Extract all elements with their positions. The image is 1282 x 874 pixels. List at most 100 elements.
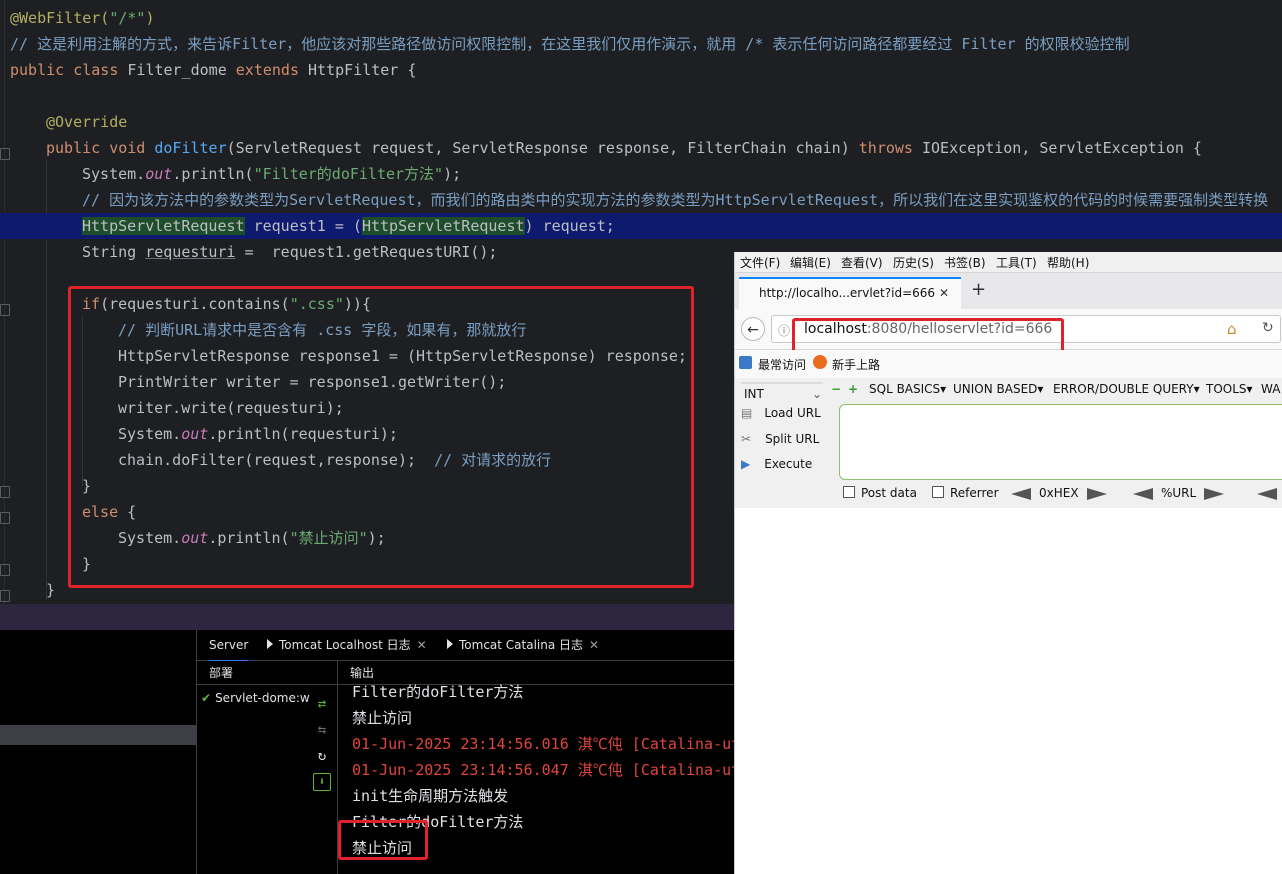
red-highlight-box	[338, 820, 428, 860]
tab-tomcat-catalina-log[interactable]: Tomcat Catalina 日志 ✕	[447, 630, 599, 660]
code-line-9-highlighted: HttpServletRequest request1 = (HttpServl…	[0, 213, 1282, 239]
browser-menubar: 文件(F) 编辑(E) 查看(V) 历史(S) 书签(B) 工具(T) 帮助(H…	[735, 252, 1282, 273]
refresh-icon[interactable]: ↻	[313, 747, 331, 765]
static-field: out	[145, 165, 173, 183]
fold-icon[interactable]	[0, 590, 10, 602]
code-text: HttpServletRequest	[82, 217, 245, 235]
menu-sql-basics[interactable]: SQL BASICS▾	[869, 382, 946, 396]
url-decode-arrow[interactable]	[1133, 487, 1153, 500]
hex-decode-arrow[interactable]	[1011, 487, 1031, 500]
firefox-icon	[813, 355, 827, 369]
deploy-item-label: Servlet-dome:w	[215, 691, 310, 705]
console-line: 01-Jun-2025 23:14:56.016 淇℃伅 [Catalina-u…	[352, 735, 734, 753]
services-tree[interactable]	[0, 630, 197, 874]
menu-tools[interactable]: TOOLS▾	[1206, 382, 1253, 396]
code-line-7: System.out.println("Filter的doFilter方法");	[82, 161, 461, 187]
close-icon[interactable]: ✕	[939, 286, 949, 300]
annotation: @WebFilter(	[10, 9, 110, 27]
reload-icon[interactable]: ↻	[1262, 320, 1274, 336]
code-line-2: // 这是利用注解的方式，来告诉Filter，他应该对那些路径做访问权限控制，在…	[10, 31, 1130, 57]
tab-title: http://localho...ervlet?id=666	[759, 286, 936, 300]
tab-label: Tomcat Catalina 日志	[459, 638, 584, 652]
hackbar: INT ⌄ − + SQL BASICS▾ UNION BASED▾ ERROR/…	[735, 378, 1282, 508]
new-tab-icon[interactable]: +	[971, 279, 986, 300]
hackbar-url-textarea[interactable]	[839, 404, 1282, 480]
play-icon	[267, 639, 273, 649]
code-text: IOException, ServletException {	[922, 139, 1202, 157]
menu-tools[interactable]: 工具(T)	[996, 254, 1037, 271]
fold-icon[interactable]	[0, 304, 10, 316]
code-line-5: @Override	[46, 109, 127, 135]
split-url-label: Split URL	[765, 432, 820, 446]
referrer-label: Referrer	[950, 486, 999, 500]
bookmark-getting-started[interactable]: 新手上路	[832, 356, 880, 373]
class-name: Filter_dome	[127, 61, 236, 79]
execute-label: Execute	[764, 457, 813, 471]
run-tabs: Server Tomcat Localhost 日志 ✕ Tomcat Catal…	[197, 630, 734, 662]
services-panel: Server Tomcat Localhost 日志 ✕ Tomcat Catal…	[0, 604, 734, 874]
browser-tab[interactable]: http://localho...ervlet?id=666 ✕	[739, 277, 961, 309]
code-text: String	[82, 243, 146, 261]
code-text: }	[46, 581, 56, 599]
url-encode-arrow[interactable]	[1204, 487, 1225, 500]
panel-header-strip	[0, 604, 734, 630]
menu-bookmarks[interactable]: 书签(B)	[944, 254, 986, 271]
keyword: throws	[858, 139, 922, 157]
menu-help[interactable]: 帮助(H)	[1047, 254, 1089, 271]
close-icon[interactable]: ✕	[417, 638, 427, 652]
load-url-label: Load URL	[764, 406, 821, 420]
menu-error-double-query[interactable]: ERROR/DOUBLE QUERY▾	[1053, 382, 1200, 396]
menu-history[interactable]: 历史(S)	[893, 254, 934, 271]
code-line-6: public void doFilter(ServletRequest requ…	[46, 135, 1202, 161]
post-data-checkbox[interactable]: Post data	[843, 486, 917, 500]
post-data-label: Post data	[861, 486, 917, 500]
selected-row[interactable]	[0, 725, 196, 745]
back-icon[interactable]: ←	[741, 317, 765, 341]
tab-tomcat-localhost-log[interactable]: Tomcat Localhost 日志 ✕	[267, 630, 427, 660]
execute-button[interactable]: ▶ Execute	[741, 457, 812, 471]
menu-waf[interactable]: WA	[1261, 382, 1280, 396]
injection-type-select[interactable]: INT ⌄	[741, 382, 823, 401]
close-icon[interactable]: ✕	[589, 638, 599, 652]
info-icon[interactable]: ⓘ	[778, 322, 790, 339]
comment: // 这是利用注解的方式，来告诉Filter，他应该对那些路径做访问权限控制，在…	[10, 35, 1130, 53]
menu-file[interactable]: 文件(F)	[740, 254, 780, 271]
undeploy-icon[interactable]: ⇆	[313, 721, 331, 739]
console-line: 01-Jun-2025 23:14:56.047 淇℃伅 [Catalina-u…	[352, 761, 734, 779]
console-line: Filter的doFilter方法	[352, 683, 524, 701]
redeploy-icon[interactable]: ⇄	[313, 695, 331, 713]
menu-edit[interactable]: 编辑(E)	[790, 254, 831, 271]
code-text: HttpFilter {	[308, 61, 417, 79]
hex-encode-arrow[interactable]	[1086, 487, 1107, 500]
deploy-artifact-icon[interactable]: ⬇	[313, 773, 331, 791]
tab-server[interactable]: Server	[209, 630, 249, 662]
fold-icon[interactable]	[0, 512, 10, 524]
split-url-button[interactable]: ✂ Split URL	[741, 432, 819, 446]
bookmark-folder-icon	[739, 356, 752, 369]
referrer-checkbox[interactable]: Referrer	[932, 486, 999, 500]
load-url-button[interactable]: ▤ Load URL	[741, 406, 821, 420]
load-url-icon: ▤	[741, 406, 753, 420]
code-line-1: @WebFilter("/*")	[10, 5, 155, 31]
decode-arrow[interactable]	[1257, 487, 1277, 500]
fold-icon[interactable]	[0, 486, 10, 498]
fold-icon[interactable]	[0, 148, 10, 160]
select-value: INT	[744, 387, 764, 401]
browser-window: 文件(F) 编辑(E) 查看(V) 历史(S) 书签(B) 工具(T) 帮助(H…	[734, 252, 1282, 508]
plus-icon[interactable]: +	[848, 382, 858, 396]
menu-union-based[interactable]: UNION BASED▾	[953, 382, 1043, 396]
keyword: extends	[235, 61, 309, 79]
deploy-item[interactable]: ✔ Servlet-dome:w	[201, 691, 310, 705]
annotation: @Override	[46, 113, 128, 131]
console-line: init生命周期方法触发	[352, 787, 509, 805]
code-text: System.	[82, 165, 146, 183]
red-highlight-box	[68, 286, 694, 588]
chevron-down-icon: ⌄	[812, 387, 823, 401]
keyword: public void	[46, 139, 155, 157]
menu-view[interactable]: 查看(V)	[841, 254, 883, 271]
fold-icon[interactable]	[0, 564, 10, 576]
annotation: )	[145, 9, 155, 27]
bookmark-most-visited[interactable]: 最常访问	[758, 356, 806, 373]
home-icon[interactable]: ⌂	[1227, 320, 1237, 338]
minus-icon[interactable]: −	[831, 382, 841, 396]
